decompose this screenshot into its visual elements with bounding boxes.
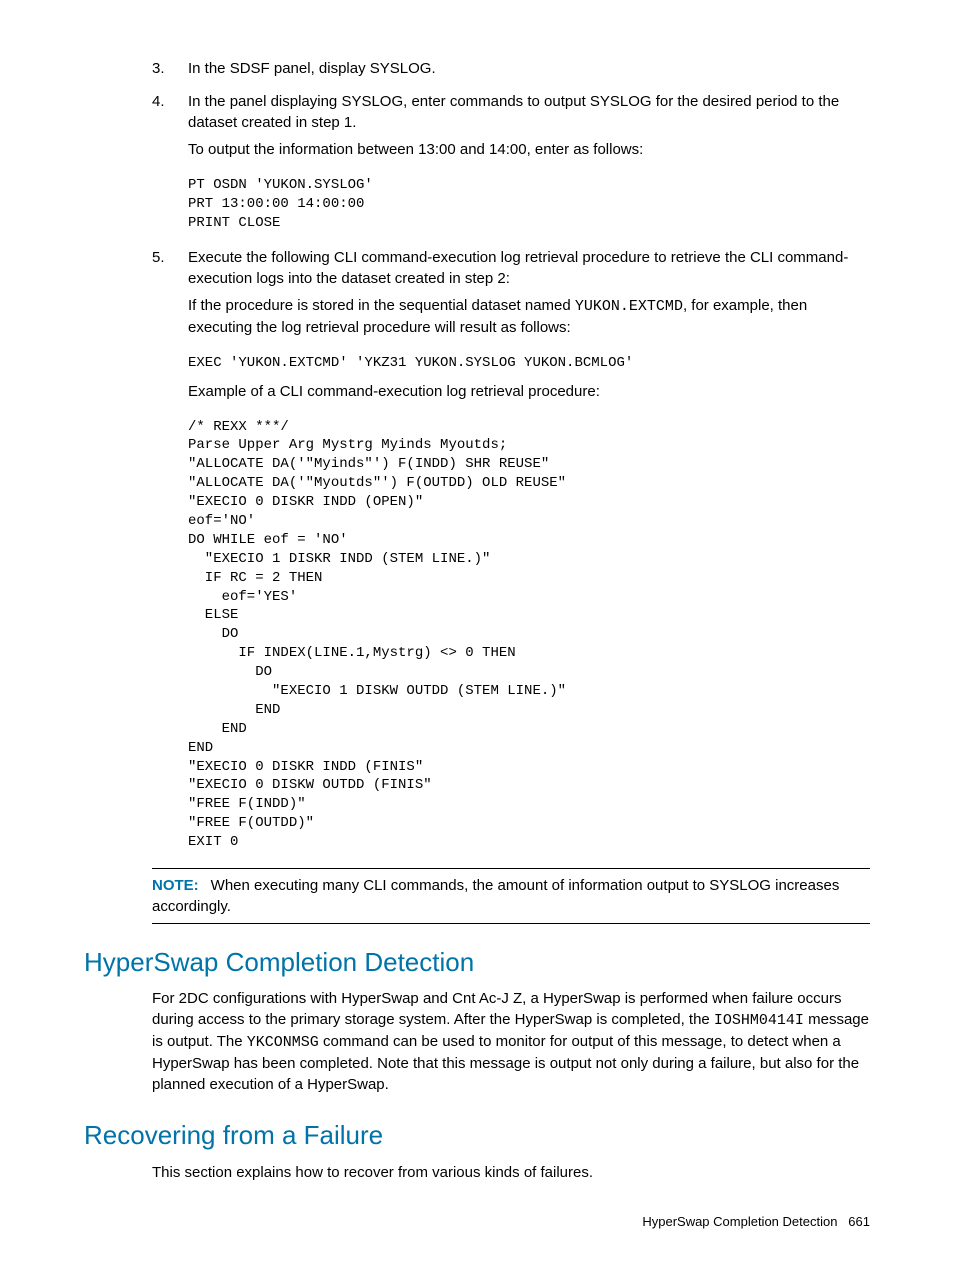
note-label: NOTE:	[152, 877, 199, 894]
inline-code: YUKON.EXTCMD	[575, 298, 683, 315]
code-block: /* REXX ***/ Parse Upper Arg Mystrg Myin…	[188, 418, 870, 852]
step-4: 4. In the panel displaying SYSLOG, enter…	[152, 91, 870, 241]
step-number: 5.	[152, 247, 188, 860]
step-number: 3.	[152, 58, 188, 85]
paragraph: This section explains how to recover fro…	[152, 1162, 870, 1183]
page-footer: HyperSwap Completion Detection 661	[642, 1213, 870, 1231]
code-block: EXEC 'YUKON.EXTCMD' 'YKZ31 YUKON.SYSLOG …	[188, 354, 870, 373]
page-number: 661	[848, 1214, 870, 1229]
numbered-list: 3. In the SDSF panel, display SYSLOG. 4.…	[84, 58, 870, 860]
note-block: NOTE:When executing many CLI commands, t…	[152, 868, 870, 924]
step-number: 4.	[152, 91, 188, 241]
section-body: This section explains how to recover fro…	[152, 1162, 870, 1183]
inline-code: YKCONMSG	[247, 1034, 319, 1051]
section-heading: HyperSwap Completion Detection	[84, 944, 870, 980]
step-text: If the procedure is stored in the sequen…	[188, 295, 870, 338]
section-heading: Recovering from a Failure	[84, 1117, 870, 1153]
step-5: 5. Execute the following CLI command-exe…	[152, 247, 870, 860]
paragraph: For 2DC configurations with HyperSwap an…	[152, 988, 870, 1095]
step-text: Example of a CLI command-execution log r…	[188, 381, 870, 402]
inline-code: IOSHM0414I	[714, 1012, 804, 1029]
step-text: In the panel displaying SYSLOG, enter co…	[188, 91, 870, 133]
step-text: To output the information between 13:00 …	[188, 139, 870, 160]
step-3: 3. In the SDSF panel, display SYSLOG.	[152, 58, 870, 85]
step-text: In the SDSF panel, display SYSLOG.	[188, 58, 870, 79]
step-text: Execute the following CLI command-execut…	[188, 247, 870, 289]
note-text: When executing many CLI commands, the am…	[152, 877, 839, 915]
footer-text: HyperSwap Completion Detection	[642, 1214, 837, 1229]
code-block: PT OSDN 'YUKON.SYSLOG' PRT 13:00:00 14:0…	[188, 176, 870, 233]
section-body: For 2DC configurations with HyperSwap an…	[152, 988, 870, 1095]
